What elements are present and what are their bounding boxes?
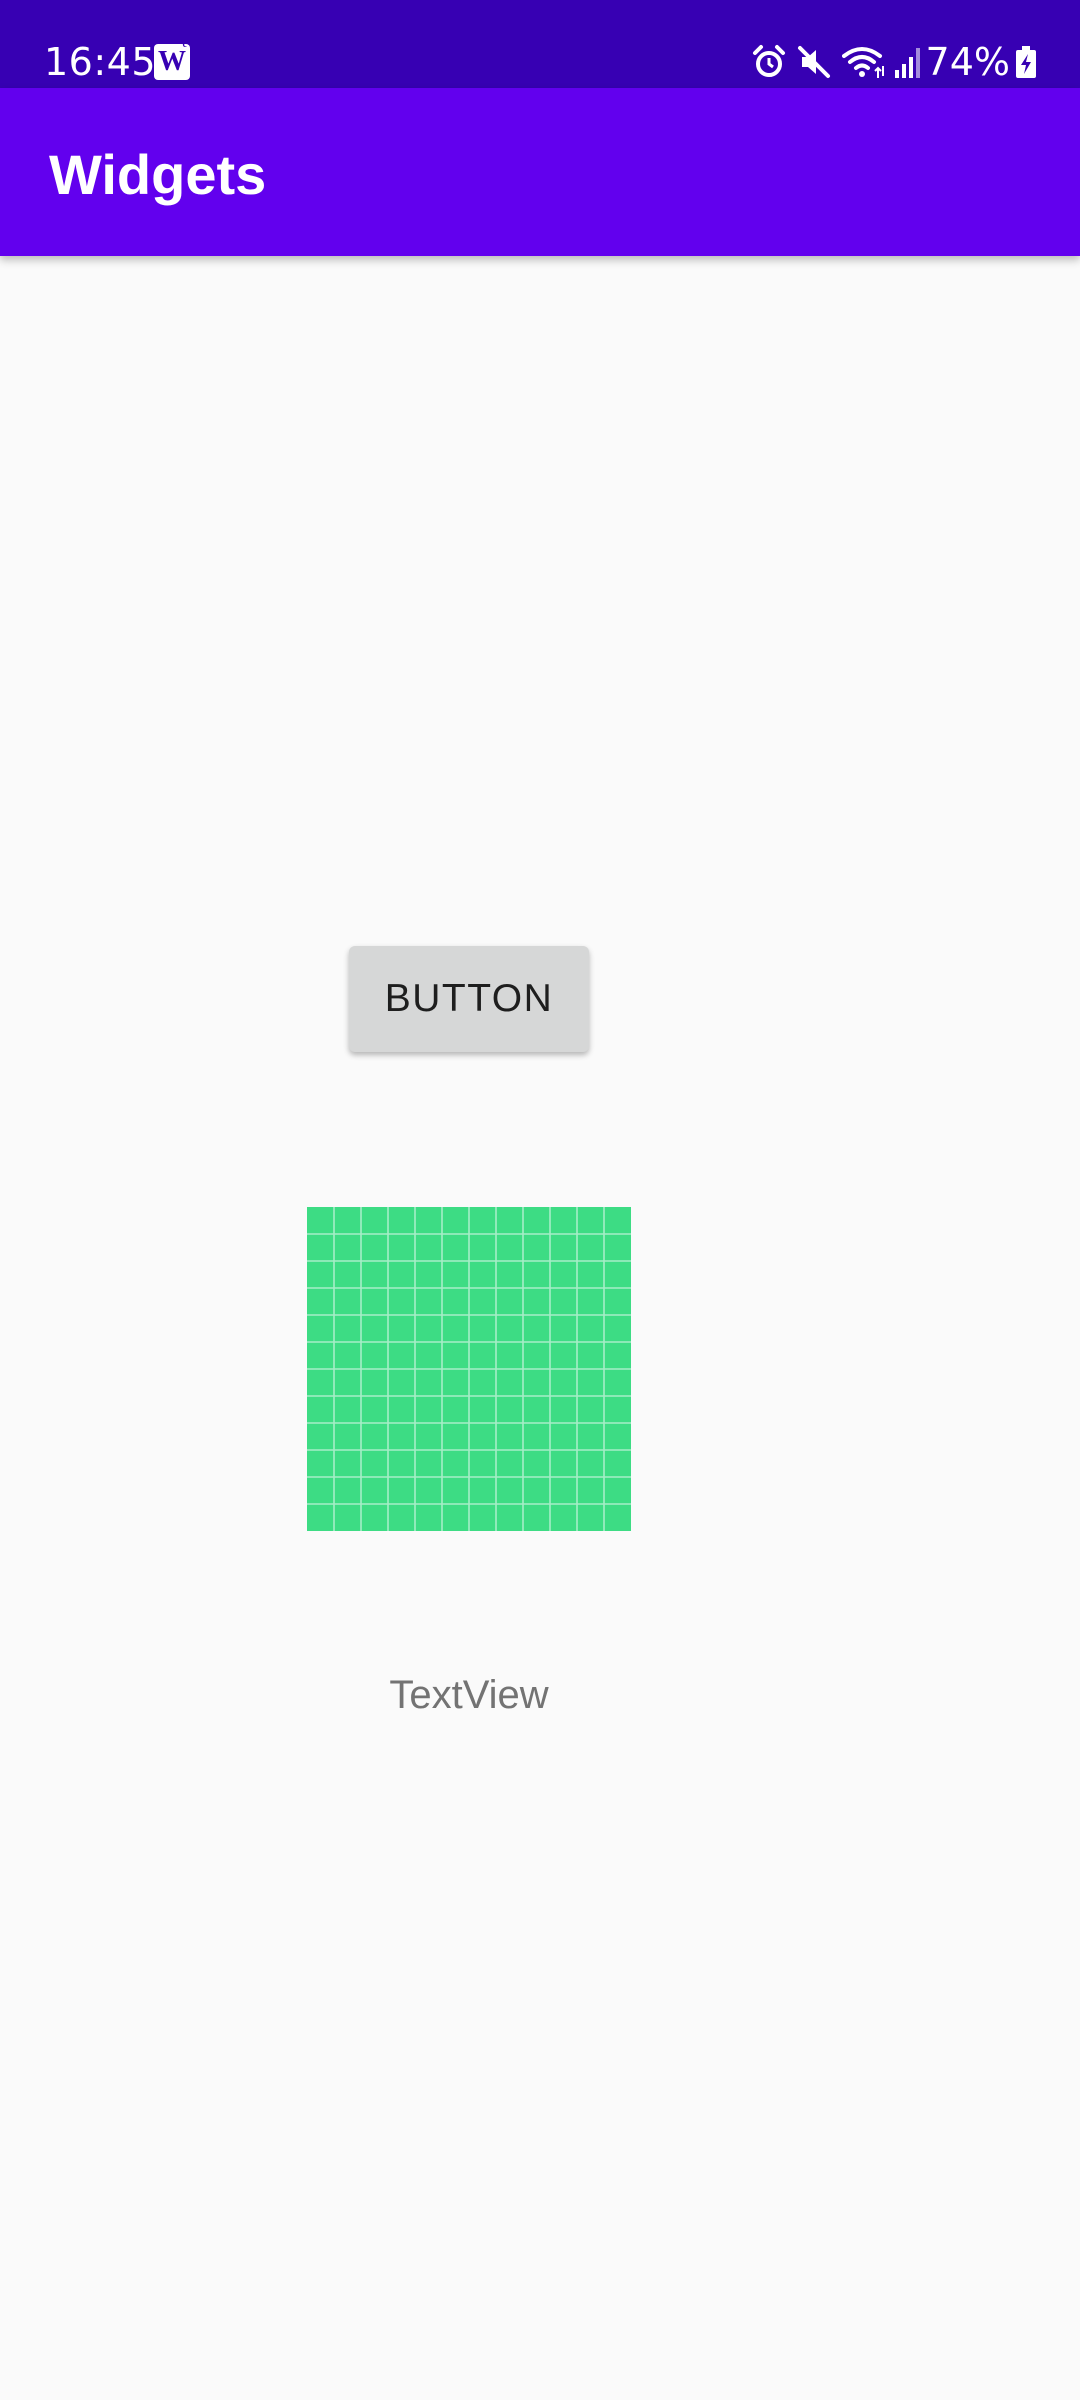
mute-icon	[798, 46, 830, 78]
battery-charging-icon	[1016, 46, 1036, 78]
notification-app-letter: W	[158, 46, 186, 77]
notification-app-icon: Wc	[154, 40, 190, 80]
app-bar: Widgets	[0, 88, 1080, 256]
text-view: TextView	[389, 1673, 549, 1717]
wifi-icon	[842, 47, 884, 78]
signal-icon	[895, 48, 920, 78]
alarm-icon	[753, 45, 785, 77]
app-title: Widgets	[49, 143, 267, 206]
grid-placeholder-image	[307, 1207, 631, 1531]
status-time: 16:45	[44, 40, 157, 84]
main-button[interactable]: BUTTON	[349, 946, 589, 1052]
status-bar: 16:45 Wc 74%	[0, 0, 1080, 88]
battery-percent: 74%	[925, 40, 1010, 84]
